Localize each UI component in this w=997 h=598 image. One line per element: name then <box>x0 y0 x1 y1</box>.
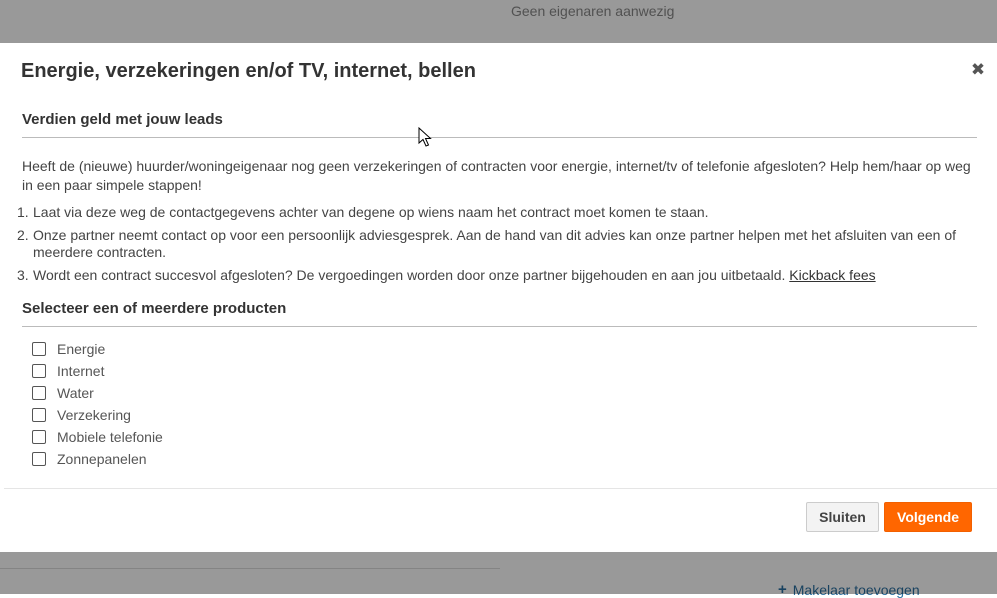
modal-title: Energie, verzekeringen en/of TV, interne… <box>21 60 476 82</box>
product-option-mobiele-telefonie[interactable]: Mobiele telefonie <box>32 426 163 448</box>
step-item: Onze partner neemt contact op voor een p… <box>17 227 957 260</box>
product-label: Verzekering <box>57 407 131 423</box>
checkbox-internet[interactable] <box>32 364 46 378</box>
leads-modal: Energie, verzekeringen en/of TV, interne… <box>0 43 997 552</box>
checkbox-water[interactable] <box>32 386 46 400</box>
modal-footer-divider <box>4 488 997 489</box>
checkbox-energie[interactable] <box>32 342 46 356</box>
product-option-verzekering[interactable]: Verzekering <box>32 404 163 426</box>
product-option-zonnepanelen[interactable]: Zonnepanelen <box>32 448 163 470</box>
product-label: Internet <box>57 363 105 379</box>
step-item: Wordt een contract succesvol afgesloten?… <box>17 267 876 284</box>
mouse-cursor-icon <box>418 127 432 147</box>
intro-text: Heeft de (nieuwe) huurder/woningeigenaar… <box>22 158 971 193</box>
product-checklist: Energie Internet Water Verzekering Mobie… <box>32 338 163 470</box>
kickback-fees-link[interactable]: Kickback fees <box>789 267 875 283</box>
product-label: Zonnepanelen <box>57 451 147 467</box>
step-item: Laat via deze weg de contactgegevens ach… <box>17 204 709 221</box>
checkbox-mobiele-telefonie[interactable] <box>32 430 46 444</box>
product-label: Mobiele telefonie <box>57 429 163 445</box>
product-option-internet[interactable]: Internet <box>32 360 163 382</box>
product-option-water[interactable]: Water <box>32 382 163 404</box>
steps-list: Laat via deze weg de contactgegevens ach… <box>17 204 977 290</box>
checkbox-verzekering[interactable] <box>32 408 46 422</box>
product-option-energie[interactable]: Energie <box>32 338 163 360</box>
modal-header: Energie, verzekeringen en/of TV, interne… <box>0 43 997 99</box>
close-icon[interactable]: ✖ <box>969 61 987 79</box>
section-heading-products: Selecteer een of meerdere producten <box>22 300 977 327</box>
product-label: Water <box>57 385 94 401</box>
close-button[interactable]: Sluiten <box>806 502 879 532</box>
next-button[interactable]: Volgende <box>884 502 972 532</box>
checkbox-zonnepanelen[interactable] <box>32 452 46 466</box>
product-label: Energie <box>57 341 106 357</box>
section-heading-leads: Verdien geld met jouw leads <box>22 111 977 138</box>
